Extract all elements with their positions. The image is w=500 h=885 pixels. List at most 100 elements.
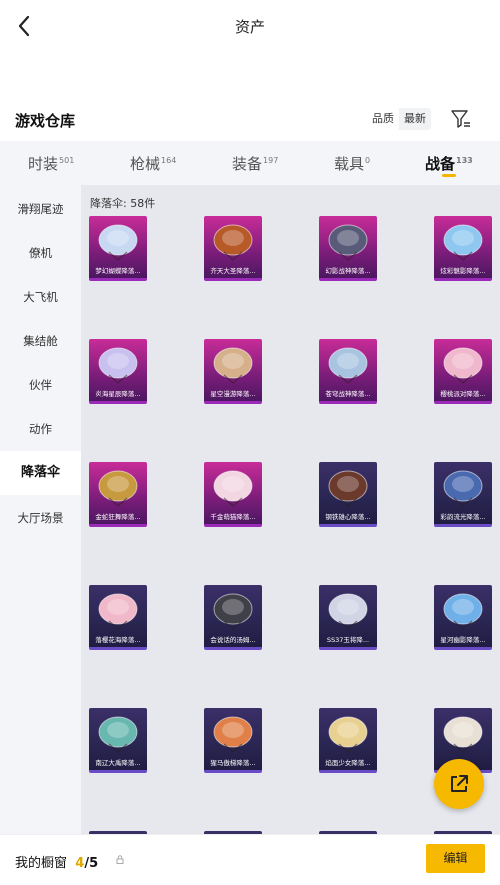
parachute-icon (213, 224, 253, 261)
parachute-card[interactable]: 焰面少女降落... (319, 708, 377, 773)
parachute-icon (213, 347, 253, 384)
parachute-name: 金蛇狂舞降落... (95, 513, 141, 521)
tab-count: 501 (59, 156, 75, 165)
parachute-icon (98, 593, 138, 630)
parachute-name: 樱桃派对降落... (440, 390, 486, 398)
sidebar-item-lobby[interactable]: 大厅场景 (0, 496, 81, 540)
parachute-card[interactable]: 梦幻蝴蝶降落... (89, 216, 147, 281)
tab-label: 载具 (334, 155, 365, 173)
parachute-card[interactable]: 星空漫游降落... (204, 339, 262, 404)
assets-page: 资产 游戏仓库 品质 最新 时装501 枪械164 装备197 载具0 战备13… (0, 0, 500, 885)
parachute-icon (443, 593, 483, 630)
parachute-card[interactable]: 猩马傲梯降落... (204, 708, 262, 773)
parachute-name: 齐天大圣降落... (210, 267, 256, 275)
warehouse-title: 游戏仓库 (15, 112, 76, 130)
header: 资产 (0, 0, 500, 52)
showcase-label: 我的橱窗 4/5 (15, 852, 98, 871)
tab-label: 枪械 (130, 155, 161, 173)
tab-label: 时装 (28, 155, 59, 173)
share-button[interactable] (434, 759, 484, 809)
parachute-card[interactable]: 炎海星辰降落... (89, 339, 147, 404)
parachute-card[interactable]: SS37玉将降... (319, 585, 377, 650)
tab-fashion[interactable]: 时装501 (28, 153, 74, 174)
parachute-card[interactable]: 会说话的汤姆... (204, 585, 262, 650)
sidebar: 滑翔尾迹 僚机 大飞机 集结舱 伙伴 动作 降落伞 大厅场景 (0, 185, 81, 835)
parachute-icon (328, 716, 368, 753)
sidebar-item-pod[interactable]: 集结舱 (0, 319, 81, 363)
showcase-title: 我的橱窗 (15, 856, 68, 871)
parachute-card[interactable]: 樱桃派对降落... (434, 339, 492, 404)
parachute-icon (443, 224, 483, 261)
parachute-card[interactable]: 钢铁雄心降落... (319, 462, 377, 527)
parachute-name: 焰面少女降落... (325, 759, 371, 767)
parachute-name: 钢铁雄心降落... (325, 513, 371, 521)
parachute-card[interactable]: 落樱花海降落... (89, 585, 147, 650)
parachute-card[interactable]: 千金萌猫降落... (204, 462, 262, 527)
parachute-name: 炫彩魅影降落... (440, 267, 486, 275)
tab-count: 197 (263, 156, 279, 165)
tab-label: 战备 (425, 155, 456, 173)
parachute-name: 幻影战神降落... (325, 267, 371, 275)
sort-latest[interactable]: 最新 (399, 108, 431, 130)
parachute-card[interactable]: 幻影战神降落... (319, 216, 377, 281)
tab-guns[interactable]: 枪械164 (130, 153, 176, 174)
parachute-icon (443, 347, 483, 384)
parachute-name: 落樱花海降落... (95, 636, 141, 644)
parachute-icon (98, 347, 138, 384)
filter-icon (451, 110, 470, 128)
tab-gear[interactable]: 战备133 (425, 153, 473, 174)
sidebar-item-emote[interactable]: 动作 (0, 407, 81, 451)
parachute-name: 猩马傲梯降落... (210, 759, 256, 767)
parachute-name: 会说话的汤姆... (210, 636, 256, 644)
parachute-name: 南辽大禹降落... (95, 759, 141, 767)
parachute-name: 苍穹战神降落... (325, 390, 371, 398)
parachute-name: 炎海星辰降落... (95, 390, 141, 398)
parachute-icon (328, 224, 368, 261)
parachute-icon (213, 470, 253, 507)
page-title: 资产 (234, 18, 265, 36)
sort-quality[interactable]: 品质 (367, 108, 399, 130)
tab-count: 164 (161, 156, 177, 165)
tab-count: 133 (456, 156, 473, 165)
parachute-name: 千金萌猫降落... (210, 513, 256, 521)
parachute-icon (328, 347, 368, 384)
external-link-icon (451, 775, 468, 792)
parachute-icon (213, 593, 253, 630)
sidebar-item-parachute[interactable]: 降落伞 (0, 451, 81, 495)
parachute-name: 梦幻蝴蝶降落... (95, 267, 141, 275)
parachute-card[interactable]: 彩韵流光降落... (434, 462, 492, 527)
item-count: 降落伞: 58件 (90, 197, 156, 210)
showcase-total: /5 (84, 856, 99, 871)
category-tabs: 时装501 枪械164 装备197 载具0 战备133 (0, 141, 500, 185)
tab-label: 装备 (232, 155, 263, 173)
parachute-card[interactable]: 金蛇狂舞降落... (89, 462, 147, 527)
parachute-icon (443, 470, 483, 507)
parachute-card[interactable]: 南辽大禹降落... (89, 708, 147, 773)
parachute-name: 星空漫游降落... (210, 390, 256, 398)
filter-button[interactable] (450, 108, 472, 130)
parachute-icon (213, 716, 253, 753)
lock-icon (116, 855, 124, 864)
parachute-icon (98, 470, 138, 507)
sidebar-item-glide-trail[interactable]: 滑翔尾迹 (0, 187, 81, 231)
item-grid: 降落伞: 58件 梦幻蝴蝶降落... 齐天大圣降落... 幻影战神降落... 炫彩魅影… (81, 185, 500, 835)
parachute-card[interactable]: 炫彩魅影降落... (434, 216, 492, 281)
tab-count: 0 (365, 156, 371, 165)
parachute-icon (328, 470, 368, 507)
sidebar-item-companion[interactable]: 伙伴 (0, 363, 81, 407)
parachute-name: SS37玉将降... (326, 636, 370, 644)
tab-vehicles[interactable]: 载具0 (334, 153, 370, 174)
tab-equipment[interactable]: 装备197 (232, 153, 278, 174)
sort-toggle: 品质 最新 (367, 108, 431, 130)
sidebar-item-plane[interactable]: 大飞机 (0, 275, 81, 319)
parachute-icon (443, 716, 483, 753)
parachute-card[interactable]: 星河幽影降落... (434, 585, 492, 650)
parachute-name: 彩韵流光降落... (440, 513, 486, 521)
sidebar-item-wingman[interactable]: 僚机 (0, 231, 81, 275)
active-tab-indicator (442, 174, 456, 177)
parachute-card[interactable]: 齐天大圣降落... (204, 216, 262, 281)
showcase-bar: 我的橱窗 4/5 (0, 834, 500, 885)
parachute-card[interactable]: 苍穹战神降落... (319, 339, 377, 404)
showcase-current: 4 (75, 856, 85, 871)
edit-button[interactable]: 编辑 (426, 844, 485, 873)
